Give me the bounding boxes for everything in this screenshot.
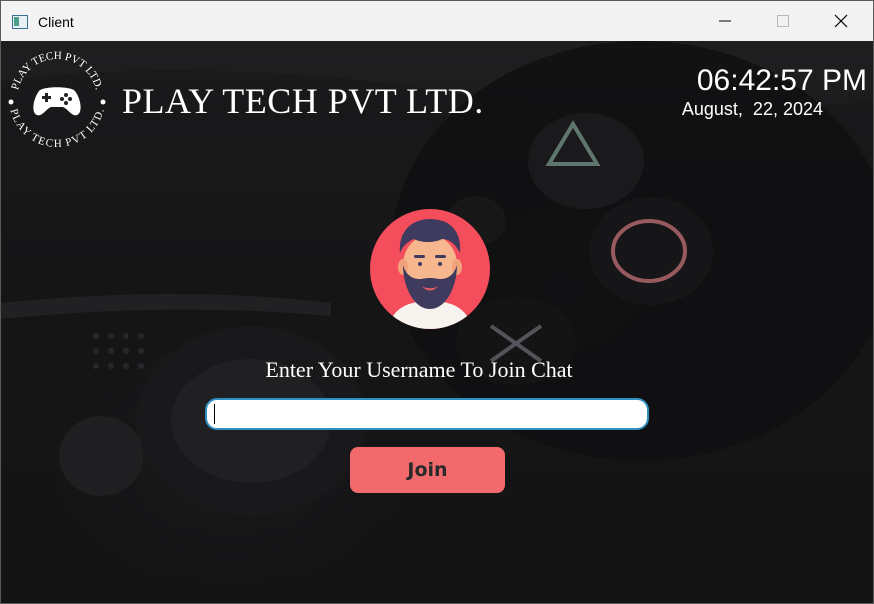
gamepad-icon — [33, 87, 81, 116]
maximize-button[interactable] — [754, 1, 812, 41]
clock-time: 06:42:57 PM — [696, 64, 867, 97]
bearded-man-avatar — [370, 209, 490, 329]
client-window: Client PLAY TECH PVT LTD. PLAY TECH PVT … — [0, 0, 874, 604]
join-prompt: Enter Your Username To Join Chat — [265, 357, 573, 382]
maximize-icon — [777, 15, 789, 27]
clock-date: August, 22, 2024 — [681, 99, 823, 119]
close-button[interactable] — [812, 1, 870, 41]
logo-ring-text-bottom: PLAY TECH PVT LTD. — [7, 107, 106, 150]
gamepad-logo: PLAY TECH PVT LTD. PLAY TECH PVT LTD. — [7, 50, 106, 150]
svg-text:PLAY TECH PVT LTD.: PLAY TECH PVT LTD. — [9, 50, 105, 91]
text-cursor — [214, 404, 215, 424]
app-icon — [12, 15, 28, 29]
logo-ring-text-top: PLAY TECH PVT LTD. — [9, 50, 105, 91]
close-icon — [834, 14, 848, 28]
window-title: Client — [38, 14, 74, 30]
minimize-icon — [719, 20, 731, 22]
main-content: PLAY TECH PVT LTD. PLAY TECH PVT LTD. PL… — [1, 41, 873, 603]
title-bar[interactable]: Client — [1, 1, 873, 41]
minimize-button[interactable] — [696, 1, 754, 41]
company-name: PLAY TECH PVT LTD. — [122, 81, 484, 121]
username-input[interactable] — [205, 398, 649, 430]
svg-text:PLAY TECH PVT LTD.: PLAY TECH PVT LTD. — [7, 107, 106, 150]
join-button[interactable]: Join — [350, 447, 505, 493]
